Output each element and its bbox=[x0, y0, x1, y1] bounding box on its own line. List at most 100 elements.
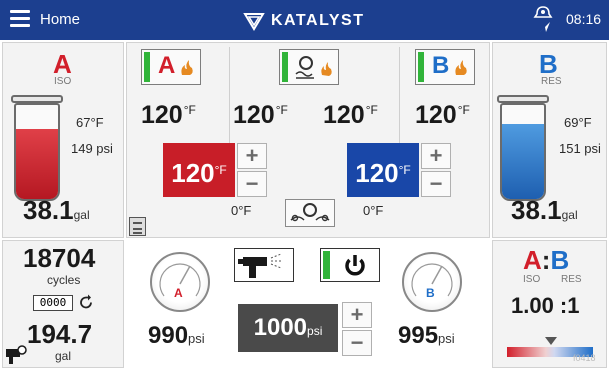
b-setpoint-minus-button[interactable]: − bbox=[421, 171, 451, 197]
status-icon[interactable] bbox=[532, 4, 554, 36]
b-tank-temp: 69°F bbox=[564, 115, 592, 130]
b-actual-temp: 120°F bbox=[415, 101, 470, 130]
a-actual-temp-unit: °F bbox=[183, 103, 196, 117]
brand-logo: KATALYST bbox=[243, 9, 364, 33]
hose-actual-temp-a: 120°F bbox=[233, 101, 288, 130]
a-tank-temp: 67°F bbox=[76, 115, 104, 130]
b-pressure: 995psi bbox=[398, 322, 455, 350]
gauge-icon bbox=[411, 263, 453, 297]
divider bbox=[399, 47, 400, 147]
b-heater-button[interactable]: B bbox=[415, 49, 475, 85]
hose-actual-temp-b: 120°F bbox=[323, 101, 378, 130]
b-temp-offset: 0°F bbox=[363, 203, 384, 218]
b-heater-on-indicator bbox=[418, 52, 424, 82]
counter-panel: 18704 cycles 0000 194.7 gal bbox=[2, 240, 124, 368]
b-tank-fill bbox=[502, 123, 544, 199]
hose-heat-icon bbox=[290, 203, 330, 222]
a-temp-offset: 0°F bbox=[231, 203, 252, 218]
menu-icon[interactable] bbox=[10, 10, 30, 28]
ratio-a-letter: A bbox=[523, 245, 542, 275]
cycles-label: cycles bbox=[47, 273, 81, 287]
ratio-b-sub: RES bbox=[561, 274, 582, 285]
hose-actual-temp-a-unit: °F bbox=[275, 103, 288, 117]
hose-heater-on-indicator bbox=[282, 52, 288, 82]
heater-panel: A B 120°F 120°F 120°F 120°F 120°F + − 0°… bbox=[126, 42, 490, 238]
total-volume-unit: gal bbox=[55, 349, 72, 363]
reset-icon bbox=[80, 294, 92, 309]
a-setpoint-plus-button[interactable]: + bbox=[237, 143, 267, 169]
home-link[interactable]: Home bbox=[40, 11, 80, 28]
clipboard-icon[interactable] bbox=[129, 217, 146, 236]
a-tank-fill bbox=[16, 129, 58, 199]
a-pressure-unit: psi bbox=[188, 331, 205, 346]
b-side-sub: RES bbox=[541, 76, 562, 87]
corner-code: f0418 bbox=[573, 353, 596, 363]
camera-icon[interactable] bbox=[5, 345, 27, 365]
b-actual-temp-unit: °F bbox=[457, 103, 470, 117]
b-tank bbox=[500, 103, 546, 201]
hose-heater-button[interactable] bbox=[279, 49, 339, 85]
pressure-setpoint-value: 1000 bbox=[253, 314, 308, 341]
hose-actual-temp-b-unit: °F bbox=[365, 103, 378, 117]
b-setpoint[interactable]: 120°F bbox=[347, 143, 419, 197]
top-bar: Home KATALYST 08:16 bbox=[0, 0, 609, 40]
heater-icon bbox=[455, 60, 467, 75]
power-button[interactable] bbox=[320, 248, 380, 282]
reset-counter-button[interactable]: 0000 bbox=[33, 293, 97, 313]
a-heater-on-indicator bbox=[144, 52, 150, 82]
a-side-sub: ISO bbox=[54, 76, 72, 87]
b-tank-pressure: 151 psi bbox=[559, 141, 601, 156]
b-side-panel: B RES 69°F 151 psi 38.1gal bbox=[492, 42, 607, 238]
a-heater-label: A bbox=[158, 52, 176, 79]
ratio-b-letter: B bbox=[550, 245, 570, 275]
a-actual-temp: 120°F bbox=[141, 101, 196, 130]
hose-actual-temp-b-value: 120 bbox=[323, 101, 365, 129]
pressure-minus-button[interactable]: − bbox=[342, 330, 372, 356]
hose-heat-icon bbox=[295, 56, 332, 79]
cycle-count: 18704 bbox=[23, 243, 96, 273]
b-volume-value: 38.1 bbox=[511, 195, 562, 225]
spray-gun-icon bbox=[238, 253, 283, 278]
a-setpoint-value: 120 bbox=[171, 158, 215, 188]
power-on-indicator bbox=[323, 251, 330, 279]
b-volume-unit: gal bbox=[561, 208, 578, 222]
spray-gun-button[interactable] bbox=[234, 248, 294, 282]
b-setpoint-plus-button[interactable]: + bbox=[421, 143, 451, 169]
pressure-setpoint[interactable]: 1000psi bbox=[238, 304, 338, 352]
a-volume: 38.1gal bbox=[23, 195, 90, 226]
ratio-a-sub: ISO bbox=[523, 274, 541, 285]
a-setpoint-minus-button[interactable]: − bbox=[237, 171, 267, 197]
b-heater-label: B bbox=[432, 52, 450, 79]
ratio-value: 1.00 :1 bbox=[511, 293, 580, 318]
ratio-indicator-arrow bbox=[545, 337, 557, 345]
a-gauge-label: A bbox=[174, 286, 183, 300]
gauge-icon bbox=[159, 263, 201, 297]
pressure-plus-button[interactable]: + bbox=[342, 302, 372, 328]
brand-name: KATALYST bbox=[271, 12, 365, 29]
ratio-panel: A:B ISO RES 1.00 :1 f0418 bbox=[492, 240, 607, 368]
hose-actual-temp-a-value: 120 bbox=[233, 101, 275, 129]
b-setpoint-unit: °F bbox=[398, 163, 411, 177]
b-tank-cap bbox=[497, 95, 549, 103]
a-pressure: 990psi bbox=[148, 322, 205, 350]
b-setpoint-value: 120 bbox=[355, 158, 399, 188]
ratio-header: A:B bbox=[523, 245, 569, 276]
a-tank-cap bbox=[11, 95, 63, 103]
a-setpoint[interactable]: 120°F bbox=[163, 143, 235, 197]
a-pressure-gauge: A bbox=[150, 252, 210, 312]
a-volume-value: 38.1 bbox=[23, 195, 74, 225]
a-heater-button[interactable]: A bbox=[141, 49, 201, 85]
total-volume: 194.7 bbox=[27, 319, 93, 349]
katalyst-logo-icon bbox=[243, 13, 265, 31]
b-pressure-gauge: B bbox=[402, 252, 462, 312]
a-volume-unit: gal bbox=[73, 208, 90, 222]
a-pressure-value: 990 bbox=[148, 322, 189, 349]
power-icon bbox=[341, 252, 369, 280]
a-side-panel: A ISO 67°F 149 psi 38.1gal bbox=[2, 42, 124, 238]
a-tank-pressure: 149 psi bbox=[71, 141, 113, 156]
a-setpoint-unit: °F bbox=[214, 163, 227, 177]
b-pressure-unit: psi bbox=[438, 331, 455, 346]
reset-counter-display: 0000 bbox=[33, 295, 73, 311]
heater-icon bbox=[181, 60, 193, 75]
hose-settings-button[interactable] bbox=[285, 199, 335, 227]
